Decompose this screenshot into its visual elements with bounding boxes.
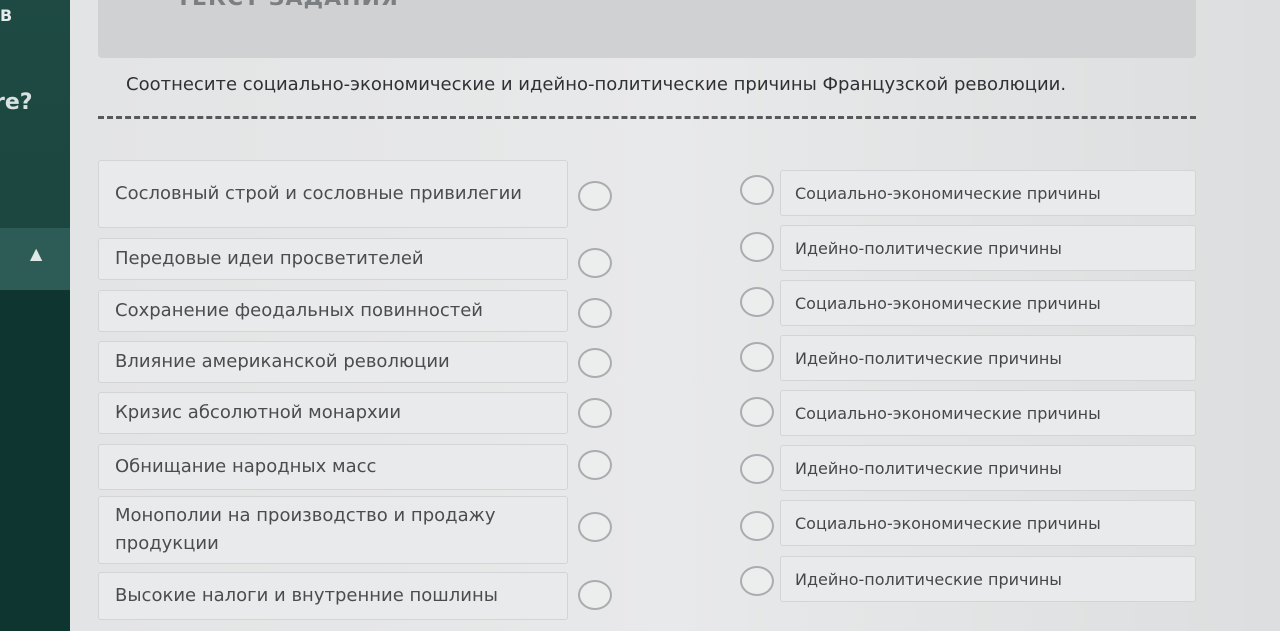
left-connector-circle[interactable] (578, 398, 612, 428)
left-item-label: Высокие налоги и внутренние пошлины (115, 585, 498, 606)
left-item[interactable]: Передовые идеи просветителей (98, 238, 568, 280)
sidebar: В re? ▲ (0, 0, 70, 631)
right-item[interactable]: Идейно-политические причины (780, 335, 1196, 381)
right-connector-circle[interactable] (740, 454, 774, 484)
left-item[interactable]: Кризис абсолютной монархии (98, 392, 568, 434)
left-connector-circle[interactable] (578, 348, 612, 378)
left-connector-circle[interactable] (578, 181, 612, 211)
left-connector-circle[interactable] (578, 298, 612, 328)
left-item[interactable]: Сохранение феодальных повинностей (98, 290, 568, 332)
right-connector-circle[interactable] (740, 397, 774, 427)
task-header-title: ТЕКСТ ЗАДАНИЯ (176, 0, 399, 11)
right-item-label: Социально-экономические причины (795, 403, 1101, 423)
right-item[interactable]: Социально-экономические причины (780, 500, 1196, 546)
right-item[interactable]: Идейно-политические причины (780, 556, 1196, 602)
left-item-label: Влияние американской революции (115, 351, 450, 372)
right-connector-circle[interactable] (740, 566, 774, 596)
right-connector-circle[interactable] (740, 511, 774, 541)
right-item-label: Социально-экономические причины (795, 183, 1101, 203)
left-connector-circle[interactable] (578, 512, 612, 542)
task-card: ТЕКСТ ЗАДАНИЯ Соотнесите социально-эконо… (70, 0, 1280, 631)
left-item[interactable]: Высокие налоги и внутренние пошлины (98, 572, 568, 620)
left-item[interactable]: Обнищание народных масс (98, 444, 568, 490)
right-item[interactable]: Идейно-политические причины (780, 445, 1196, 491)
right-item-label: Идейно-политические причины (795, 458, 1062, 478)
left-item-label: Обнищание народных масс (115, 456, 377, 477)
left-connector-circle[interactable] (578, 580, 612, 610)
right-connector-circle[interactable] (740, 232, 774, 262)
task-header: ТЕКСТ ЗАДАНИЯ (98, 0, 1196, 58)
sidebar-question-fragment: re? (0, 90, 33, 115)
left-item[interactable]: Сословный строй и сословные привилегии (98, 160, 568, 228)
left-connector-circle[interactable] (578, 248, 612, 278)
task-question: Соотнесите социально-экономические и иде… (126, 74, 1067, 95)
right-connector-circle[interactable] (740, 342, 774, 372)
left-item-label: Передовые идеи просветителей (115, 248, 424, 269)
right-connector-circle[interactable] (740, 175, 774, 205)
right-item[interactable]: Идейно-политические причины (780, 225, 1196, 271)
left-item-label: Сословный строй и сословные привилегии (115, 183, 523, 204)
right-item[interactable]: Социально-экономические причины (780, 280, 1196, 326)
right-item-label: Идейно-политические причины (795, 569, 1062, 589)
divider (98, 116, 1196, 119)
sidebar-lower-panel (0, 290, 70, 631)
right-item-label: Идейно-политические причины (795, 348, 1062, 368)
chevron-up-icon[interactable]: ▲ (30, 244, 42, 263)
left-item-label: Монополии на производство и продажу прод… (115, 505, 496, 554)
right-item-label: Социально-экономические причины (795, 513, 1101, 533)
right-item-label: Идейно-политические причины (795, 238, 1062, 258)
right-item[interactable]: Социально-экономические причины (780, 390, 1196, 436)
left-item-label: Кризис абсолютной монархии (115, 402, 402, 423)
left-item[interactable]: Влияние американской революции (98, 341, 568, 383)
right-connector-circle[interactable] (740, 287, 774, 317)
sidebar-top-label: В (0, 6, 13, 25)
left-item-label: Сохранение феодальных повинностей (115, 300, 484, 321)
right-item[interactable]: Социально-экономические причины (780, 170, 1196, 216)
left-connector-circle[interactable] (578, 450, 612, 480)
right-item-label: Социально-экономические причины (795, 293, 1101, 313)
left-item[interactable]: Монополии на производство и продажу прод… (98, 496, 568, 564)
